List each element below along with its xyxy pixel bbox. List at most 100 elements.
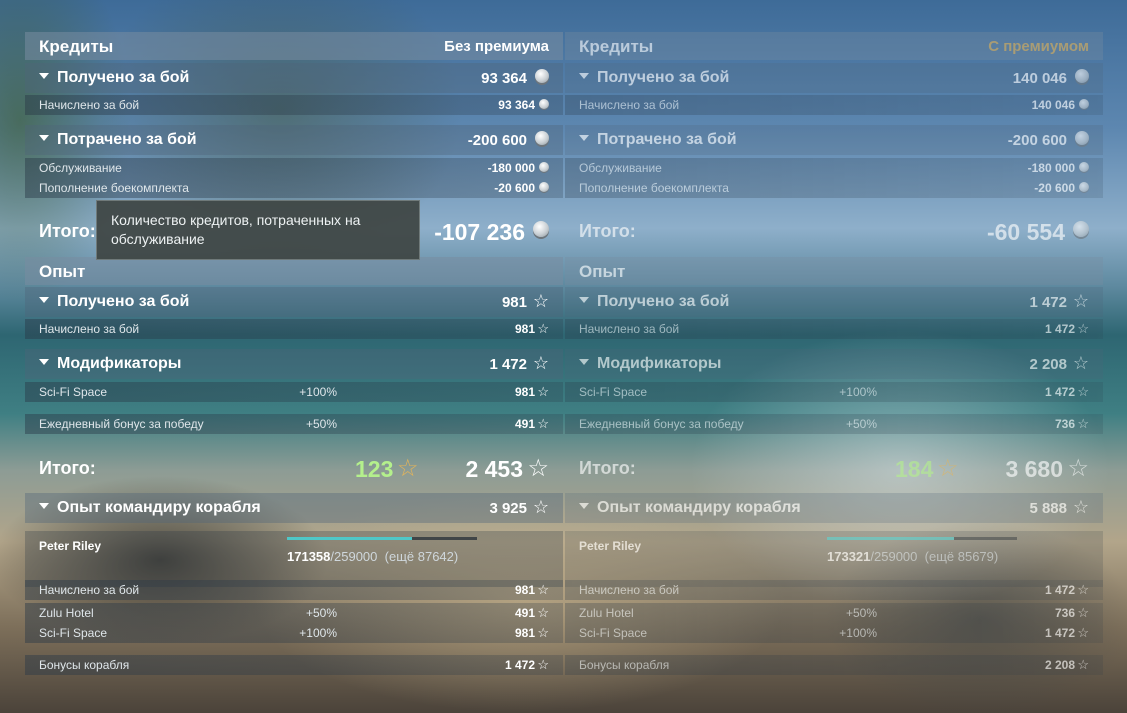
star-icon: ☆ <box>537 657 549 672</box>
progress-text: 173321/259000 (ещё 85679) <box>827 549 998 564</box>
star-icon: ☆ <box>537 625 549 640</box>
progress-text: 171358/259000 (ещё 87642) <box>287 549 458 564</box>
premium-label: С премиумом <box>988 38 1089 55</box>
credits-spent-section[interactable]: Потрачено за бой -200 600 <box>25 125 563 155</box>
star-icon: ☆ <box>527 455 549 482</box>
commander-xp-section[interactable]: Опыт командиру корабля 5 888 ☆ <box>565 493 1103 523</box>
credits-spent-section[interactable]: Потрачено за бой -200 600 <box>565 125 1103 155</box>
caret-down-icon[interactable] <box>579 135 589 141</box>
caret-down-icon[interactable] <box>39 297 49 303</box>
coin-icon <box>1079 99 1089 109</box>
item-value: 491 <box>514 606 535 620</box>
coin-icon <box>1075 69 1089 83</box>
total-label: Итого: <box>39 458 96 478</box>
xp-earned-item: Начислено за бой 1 472 ☆ <box>565 319 1103 339</box>
caret-down-icon[interactable] <box>579 503 589 509</box>
star-icon: ☆ <box>1077 605 1089 620</box>
item-label: Sci-Fi Space <box>579 385 648 399</box>
item-label: Начислено за бой <box>579 583 680 597</box>
caret-down-icon[interactable] <box>39 503 49 509</box>
item-percent: +50% <box>305 606 337 620</box>
commander-name: Peter Riley <box>39 539 102 553</box>
caret-down-icon[interactable] <box>579 359 589 365</box>
item-label: Zulu Hotel <box>39 606 94 620</box>
commander-progress: Peter Riley 173321/259000 (ещё 85679) <box>565 531 1103 587</box>
credits-earned-item: Начислено за бой 140 046 <box>565 95 1103 115</box>
xp-modifiers-section[interactable]: Модификаторы 1 472 ☆ <box>25 349 563 379</box>
item-percent: +50% <box>845 417 877 431</box>
item-value: -180 000 <box>487 161 535 175</box>
item-value: 491 <box>514 417 535 431</box>
item-label: Zulu Hotel <box>579 606 634 620</box>
section-title: Получено за бой <box>57 69 190 86</box>
commander-xp-section[interactable]: Опыт командиру корабля 3 925 ☆ <box>25 493 563 523</box>
item-value: 981 <box>514 322 535 336</box>
section-title: Модификаторы <box>57 355 182 372</box>
credits-total-value: -107 236 <box>434 219 525 245</box>
commander-xp-item: Zulu Hotel +50% 491 ☆ <box>25 603 563 623</box>
credits-spent-item: Пополнение боекомплекта -20 600 <box>565 178 1103 198</box>
coin-icon <box>1073 221 1089 237</box>
star-icon: ☆ <box>532 353 549 373</box>
section-value: -200 600 <box>467 132 527 149</box>
xp-modifiers-section[interactable]: Модификаторы 2 208 ☆ <box>565 349 1103 379</box>
star-icon: ☆ <box>537 605 549 620</box>
item-value: 1 472 <box>1044 385 1075 399</box>
credits-header: Кредиты С премиумом <box>565 32 1103 60</box>
credits-earned-item: Начислено за бой 93 364 <box>25 95 563 115</box>
caret-down-icon[interactable] <box>39 359 49 365</box>
no-premium-label: Без премиума <box>444 38 549 55</box>
credits-earned-section[interactable]: Получено за бой 93 364 <box>25 63 563 93</box>
xp-earned-item: Начислено за бой 981 ☆ <box>25 319 563 339</box>
item-value: -20 600 <box>494 181 535 195</box>
credits-title: Кредиты <box>579 37 654 56</box>
xp-earned-section[interactable]: Получено за бой 1 472 ☆ <box>565 287 1103 317</box>
xp-earned-section[interactable]: Получено за бой 981 ☆ <box>25 287 563 317</box>
star-icon: ☆ <box>397 455 419 482</box>
commander-xp-item: Начислено за бой 1 472 ☆ <box>565 580 1103 600</box>
xp-total-value: 2 453 <box>465 456 523 482</box>
credits-earned-section[interactable]: Получено за бой 140 046 <box>565 63 1103 93</box>
star-icon: ☆ <box>1067 455 1089 482</box>
experience-title: Опыт <box>39 262 86 281</box>
star-icon: ☆ <box>1072 353 1089 373</box>
item-label: Начислено за бой <box>39 98 140 112</box>
item-value: -20 600 <box>1034 181 1075 195</box>
item-value: 736 <box>1054 417 1075 431</box>
progress-fill <box>827 537 955 540</box>
item-label: Пополнение боекомплекта <box>39 181 189 195</box>
total-label: Итого: <box>579 458 636 478</box>
coin-icon <box>533 221 549 237</box>
caret-down-icon[interactable] <box>39 73 49 79</box>
section-title: Получено за бой <box>597 293 730 310</box>
star-icon: ☆ <box>1077 657 1089 672</box>
item-label: Обслуживание <box>579 161 662 175</box>
item-value: 140 046 <box>1031 98 1075 112</box>
star-icon: ☆ <box>537 582 549 597</box>
commander-name: Peter Riley <box>579 539 642 553</box>
star-icon: ☆ <box>537 416 549 431</box>
section-title: Потрачено за бой <box>57 131 197 148</box>
commander-xp-item: Бонусы корабля 2 208 ☆ <box>565 655 1103 675</box>
commander-xp-item: Sci-Fi Space +100% 1 472 ☆ <box>565 623 1103 643</box>
commander-xp-item: Начислено за бой 981 ☆ <box>25 580 563 600</box>
item-label: Sci-Fi Space <box>39 626 108 640</box>
commander-xp-item: Zulu Hotel +50% 736 ☆ <box>565 603 1103 623</box>
caret-down-icon[interactable] <box>39 135 49 141</box>
item-percent: +100% <box>839 626 877 640</box>
item-label: Sci-Fi Space <box>39 385 108 399</box>
item-value: 1 472 <box>1044 322 1075 336</box>
progress-current: 173321 <box>827 549 871 564</box>
tooltip: Количество кредитов, потраченных на обсл… <box>96 200 420 260</box>
coin-icon <box>1079 182 1089 192</box>
item-label: Бонусы корабля <box>579 658 670 672</box>
section-title: Опыт командиру корабля <box>57 499 261 516</box>
coin-icon <box>535 69 549 83</box>
section-value: -200 600 <box>1007 132 1067 149</box>
commander-progress: Peter Riley 171358/259000 (ещё 87642) <box>25 531 563 587</box>
caret-down-icon[interactable] <box>579 297 589 303</box>
item-value: 1 472 <box>1044 626 1075 640</box>
caret-down-icon[interactable] <box>579 73 589 79</box>
star-icon: ☆ <box>1077 384 1089 399</box>
xp-total-row: Итого: 184 ☆ 3 680 ☆ <box>565 447 1103 491</box>
